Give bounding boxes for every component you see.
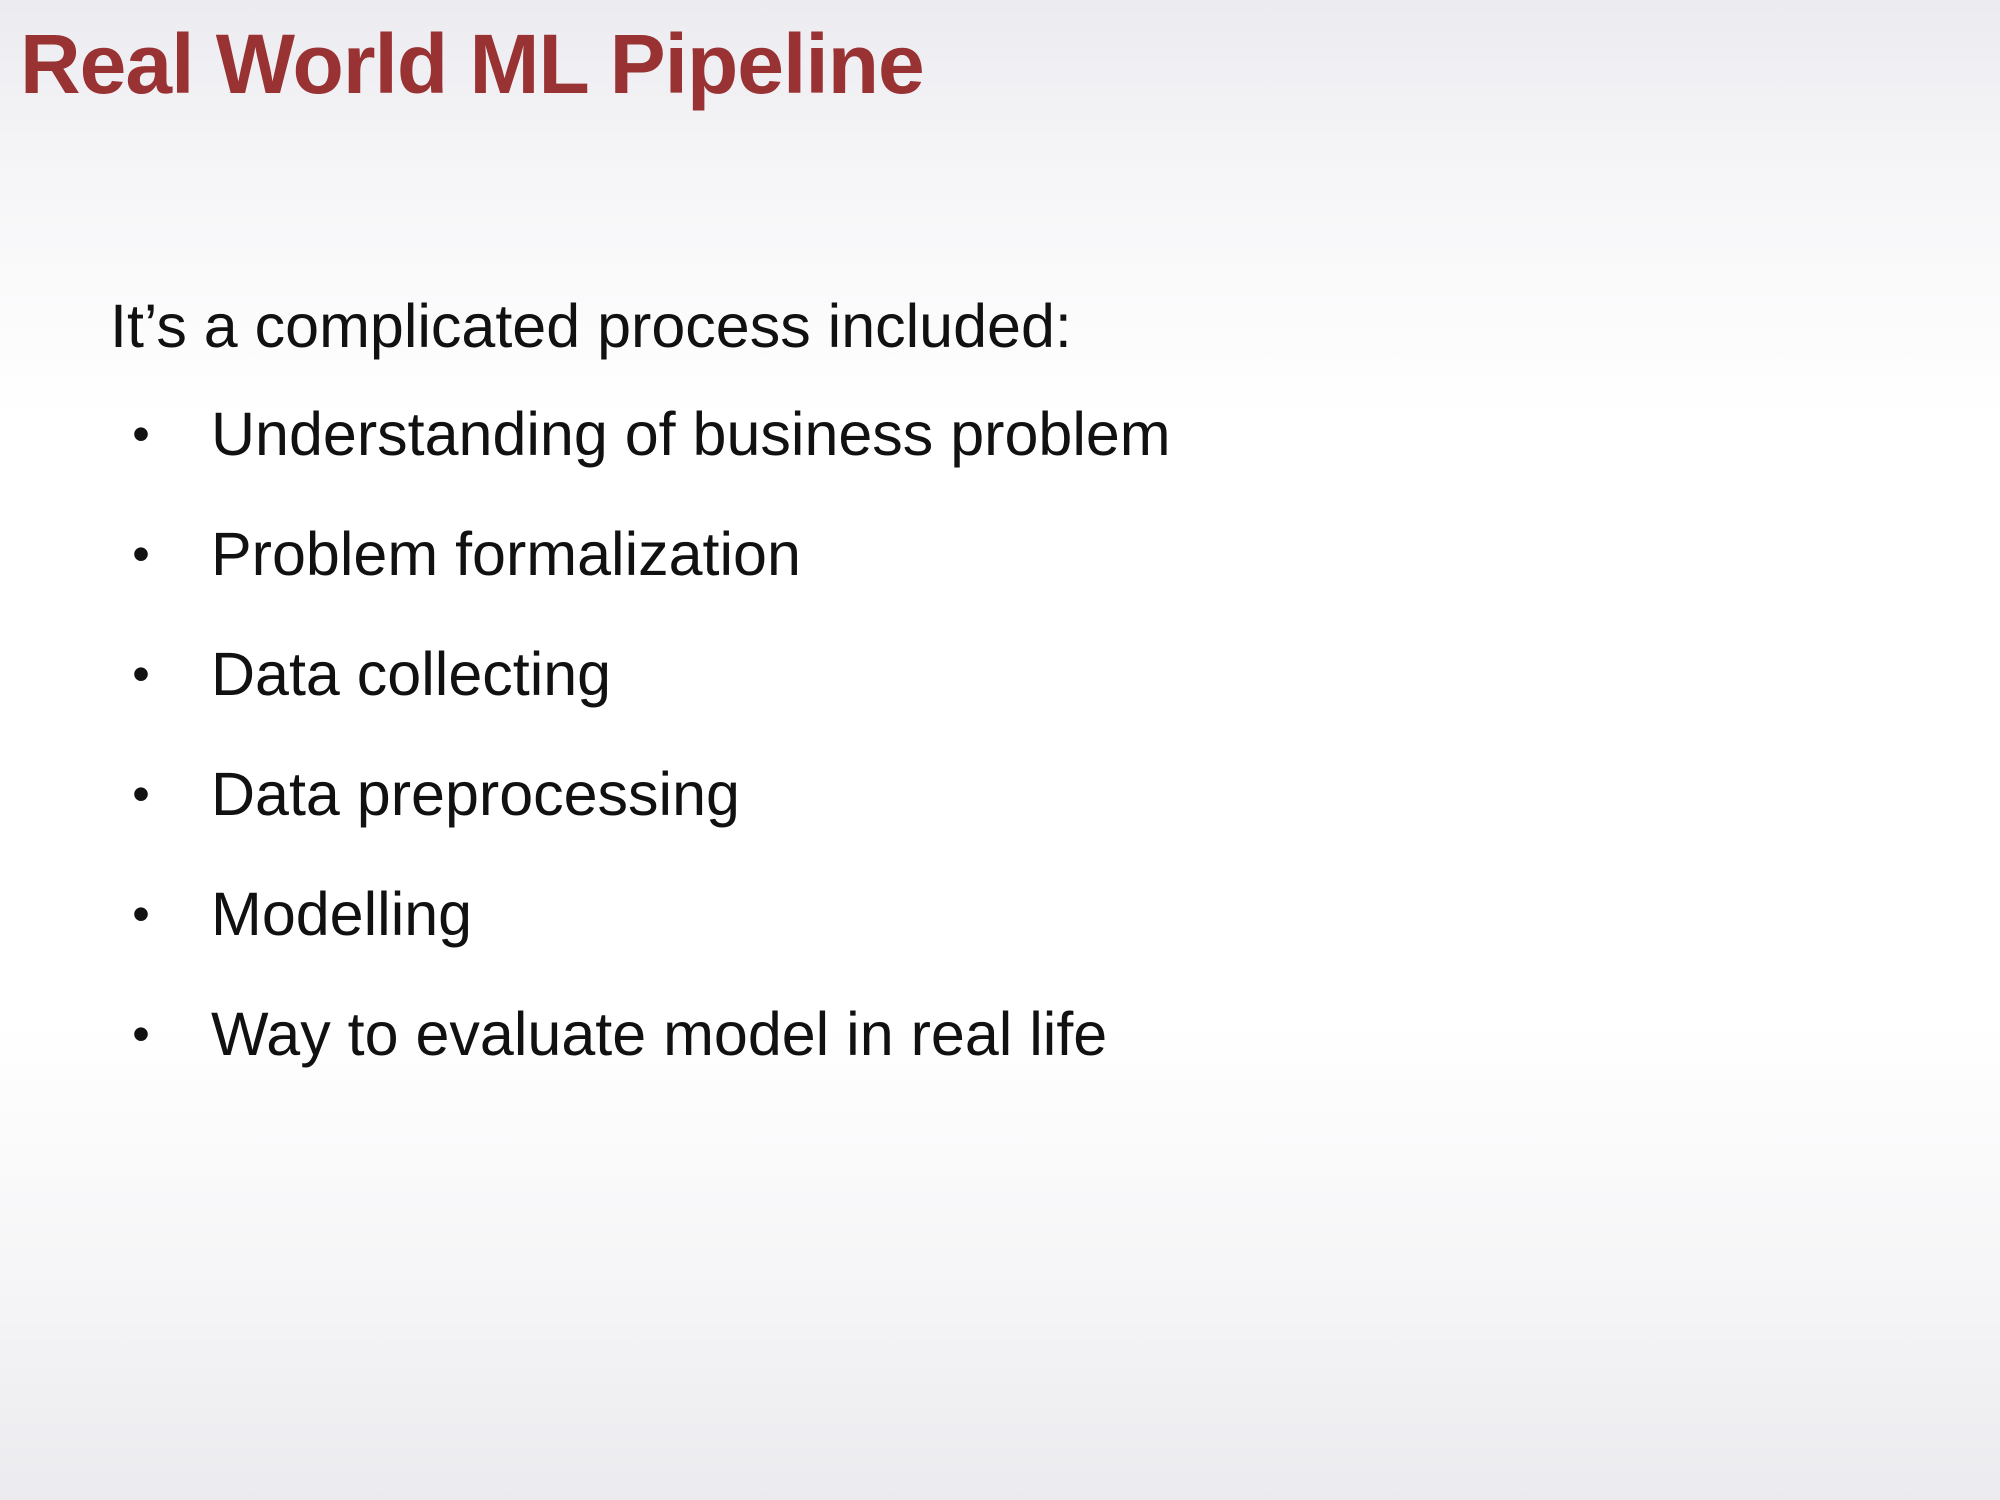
bullet-icon: • [132,406,150,462]
bullet-text: Way to evaluate model in real life [211,1000,1108,1068]
bullet-icon: • [132,766,150,822]
slide: Real World ML Pipeline It’s a complicate… [0,0,2000,1500]
bullet-icon: • [132,886,150,942]
bullet-icon: • [132,1006,150,1062]
bullet-text: Understanding of business problem [211,400,1171,468]
bullet-icon: • [132,526,150,582]
bullet-text: Problem formalization [211,520,801,588]
bullet-icon: • [132,646,150,702]
bullet-text: Modelling [211,880,473,948]
slide-title: Real World ML Pipeline [20,17,925,111]
intro-text: It’s a complicated process included: [110,292,1072,360]
bullet-text: Data preprocessing [211,760,740,828]
bullet-text: Data collecting [211,640,612,708]
